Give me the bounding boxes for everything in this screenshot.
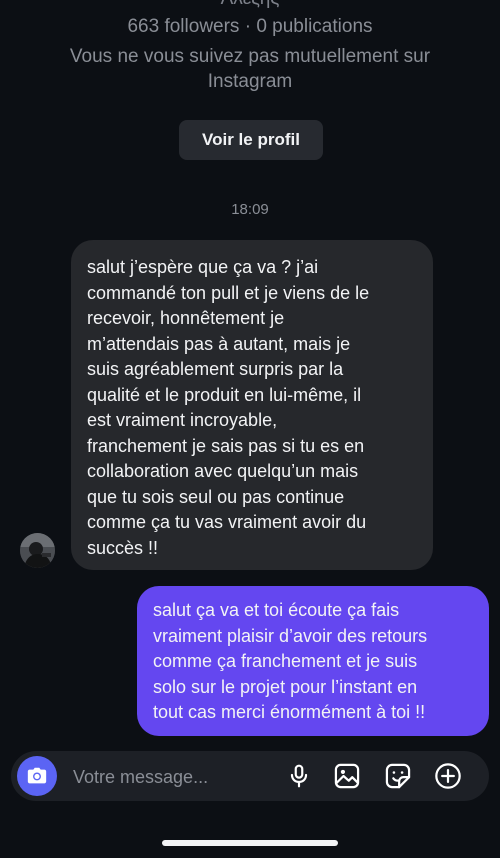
add-button[interactable]: [434, 762, 462, 790]
profile-name: Αλεξης: [0, 0, 500, 10]
message-line: collaboration avec quelqu’un mais: [87, 461, 359, 481]
message-line: recevoir, honnêtement je: [87, 308, 285, 328]
message-input[interactable]: [71, 760, 275, 794]
avatar-photo-icon: [20, 533, 55, 568]
gallery-button[interactable]: [333, 762, 361, 790]
message-line: que tu sois seul ou pas continue: [87, 486, 345, 507]
message-timestamp: 18:09: [231, 201, 269, 218]
message-line: vraiment plaisir d’avoir des retours: [153, 625, 428, 646]
message-line: comme ça franchement et je suis: [153, 651, 418, 671]
sender-avatar[interactable]: [20, 533, 55, 568]
gallery-icon: [334, 763, 360, 789]
microphone-icon: [290, 764, 308, 788]
message-line: succès !!: [87, 537, 159, 558]
camera-button[interactable]: [17, 756, 57, 796]
message-line: commandé ton pull et je viens de le: [87, 282, 370, 303]
sticker-icon: [385, 763, 411, 789]
message-line: suis agréablement surpris par la: [87, 359, 344, 379]
message-line: tout cas merci énormément à toi !!: [153, 702, 426, 722]
message-line: salut j’espère que ça va ? j’ai: [87, 257, 319, 277]
view-profile-button[interactable]: Voir le profil: [179, 120, 323, 160]
sticker-button[interactable]: [384, 762, 412, 790]
message-line: m’attendais pas à autant, mais je: [87, 333, 351, 354]
message-line: comme ça tu vas vraiment avoir du: [87, 512, 367, 532]
message-line: salut ça va et toi écoute ça fais: [153, 600, 400, 620]
plus-icon: [435, 763, 461, 789]
microphone-button[interactable]: [285, 762, 313, 790]
message-composer: [11, 751, 489, 801]
incoming-message-bubble[interactable]: salut j’espère que ça va ? j’ai commandé…: [71, 240, 433, 570]
message-line: est vraiment incroyable,: [87, 410, 278, 430]
mutual-follow-notice: Vous ne vous suivez pas mutuellement sur…: [69, 46, 431, 92]
outgoing-message-bubble[interactable]: salut ça va et toi écoute ça fais vraime…: [137, 586, 489, 736]
home-indicator: [162, 840, 338, 846]
camera-icon: [27, 767, 47, 784]
message-line: qualité et le produit en lui-même, il: [87, 384, 362, 405]
message-line: franchement je sais pas si tu es en: [87, 435, 365, 456]
message-line: solo sur le projet pour l’instant en: [153, 676, 418, 697]
followers-count: 663 followers · 0 publications: [127, 16, 373, 37]
